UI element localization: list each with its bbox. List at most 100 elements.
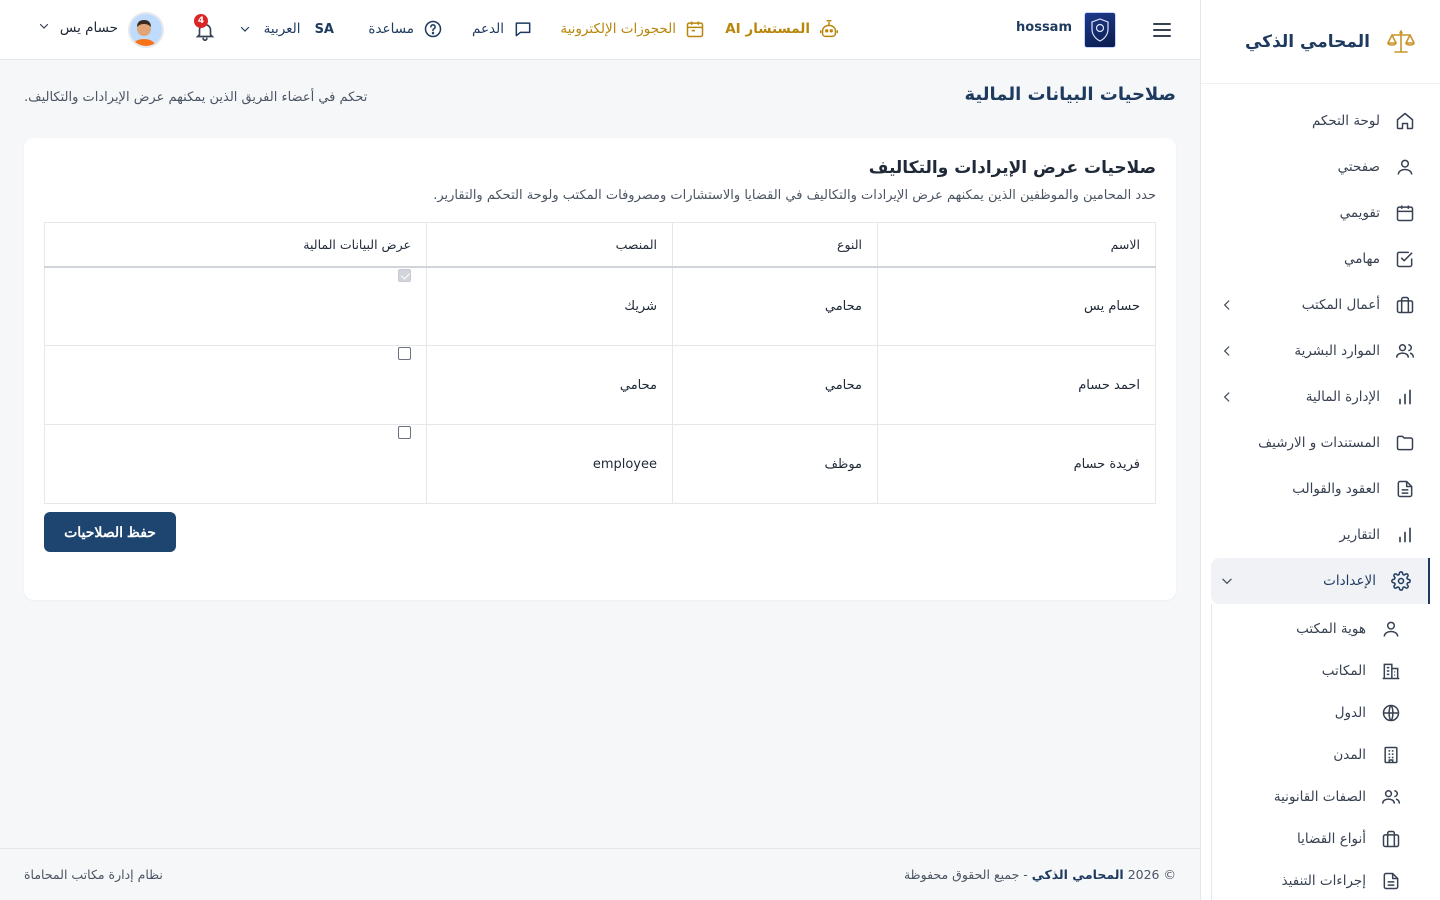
- page-title: صلاحيات البيانات المالية: [964, 84, 1176, 105]
- cell-position: محامي: [426, 345, 673, 425]
- cell-financial-access: [44, 345, 427, 425]
- sidebar-item-label: العقود والقوالب: [1292, 481, 1380, 497]
- avatar[interactable]: [128, 12, 164, 48]
- sidebar-subitem-execution-procedures[interactable]: إجراءات التنفيذ: [1212, 860, 1440, 900]
- sidebar-item-tasks[interactable]: مهامي: [1201, 236, 1440, 282]
- sidebar-item-label: الإعدادات: [1323, 573, 1376, 589]
- table-row: احمد حسام محامي محامي: [44, 345, 1156, 425]
- footer: © 2026 المحامي الذكي - جميع الحقوق محفوظ…: [0, 848, 1200, 900]
- cell-financial-access: [44, 424, 427, 504]
- notifications-count-badge: 4: [194, 14, 208, 28]
- sidebar-subitem-countries[interactable]: الدول: [1212, 692, 1440, 734]
- help-link[interactable]: مساعدة: [368, 18, 444, 40]
- document-icon: [1380, 870, 1402, 892]
- sidebar-item-reports[interactable]: التقارير: [1201, 512, 1440, 558]
- hamburger-menu-icon[interactable]: [1150, 18, 1174, 42]
- copyright: © 2026 المحامي الذكي - جميع الحقوق محفوظ…: [904, 867, 1176, 882]
- question-circle-icon: [422, 18, 444, 40]
- bar-chart-icon: [1394, 524, 1416, 546]
- cell-type: محامي: [672, 345, 878, 425]
- sidebar-subitem-label: المكاتب: [1321, 663, 1366, 679]
- sidebar-item-finance[interactable]: الإدارة المالية: [1201, 374, 1440, 420]
- support-link[interactable]: الدعم: [472, 18, 534, 40]
- cell-name: احمد حسام: [877, 345, 1156, 425]
- chevron-left-icon: [1219, 297, 1235, 313]
- financial-access-checkbox: [398, 268, 411, 282]
- language-switcher[interactable]: SA العربية: [234, 18, 334, 40]
- chevron-left-icon: [1219, 343, 1235, 359]
- copyright-year: © 2026: [1127, 867, 1176, 882]
- user-menu[interactable]: حسام يس: [38, 20, 118, 36]
- calendar-icon: [1394, 202, 1416, 224]
- sidebar-subitem-case-types[interactable]: أنواع القضايا: [1212, 818, 1440, 860]
- settings-subnav: هوية المكتب المكاتب الدول المدن الصفات ا…: [1211, 604, 1440, 900]
- chat-bubble-icon: [512, 18, 534, 40]
- cell-name: حسام يس: [877, 266, 1156, 346]
- sidebar-item-dashboard[interactable]: لوحة التحكم: [1201, 98, 1440, 144]
- sidebar-item-label: الموارد البشرية: [1294, 343, 1380, 359]
- sidebar-item-label: صفحتي: [1337, 159, 1380, 175]
- ai-advisor-link[interactable]: المستشار AI: [725, 18, 840, 40]
- document-icon: [1394, 478, 1416, 500]
- online-bookings-link[interactable]: الحجوزات الإلكترونية: [560, 18, 706, 40]
- building-icon: [1380, 660, 1402, 682]
- sidebar-item-label: لوحة التحكم: [1311, 113, 1380, 129]
- sidebar-item-settings[interactable]: الإعدادات: [1211, 558, 1430, 604]
- table-header-row: الاسم النوع المنصب عرض البيانات المالية: [44, 222, 1156, 268]
- scales-logo-icon: [1384, 25, 1418, 59]
- save-permissions-button[interactable]: حفظ الصلاحيات: [44, 512, 176, 552]
- home-icon: [1394, 110, 1416, 132]
- sidebar-subitem-offices[interactable]: المكاتب: [1212, 650, 1440, 692]
- chevron-down-icon: [38, 20, 50, 36]
- copyright-brand[interactable]: المحامي الذكي: [1032, 867, 1124, 882]
- column-header-type: النوع: [672, 222, 878, 268]
- user-icon: [1394, 156, 1416, 178]
- sidebar-item-label: الإدارة المالية: [1305, 389, 1380, 405]
- chevron-down-icon: [234, 18, 256, 40]
- sidebar-item-label: أعمال المكتب: [1301, 297, 1380, 313]
- sidebar-item-office-work[interactable]: أعمال المكتب: [1201, 282, 1440, 328]
- sidebar-item-label: المستندات و الارشيف: [1258, 435, 1380, 451]
- brand[interactable]: المحامي الذكي: [1201, 0, 1440, 84]
- sidebar-item-documents[interactable]: المستندات و الارشيف: [1201, 420, 1440, 466]
- sidebar-item-hr[interactable]: الموارد البشرية: [1201, 328, 1440, 374]
- checkbox-icon: [1394, 248, 1416, 270]
- table-row: حسام يس محامي شريك: [44, 266, 1156, 346]
- briefcase-icon: [1394, 294, 1416, 316]
- permissions-card: صلاحيات عرض الإيرادات والتكاليف حدد المح…: [24, 138, 1176, 600]
- sidebar-item-label: التقارير: [1339, 527, 1380, 543]
- financial-access-checkbox[interactable]: [398, 347, 411, 360]
- online-bookings-label: الحجوزات الإلكترونية: [560, 21, 676, 37]
- user-icon: [1380, 618, 1402, 640]
- column-header-name: الاسم: [877, 222, 1156, 268]
- financial-access-checkbox[interactable]: [398, 426, 411, 439]
- ai-advisor-label: المستشار AI: [725, 21, 810, 37]
- robot-icon: [818, 18, 840, 40]
- permissions-table: الاسم النوع المنصب عرض البيانات المالية …: [44, 222, 1156, 504]
- user-name: حسام يس: [59, 20, 118, 36]
- sidebar-subitem-legal-capacities[interactable]: الصفات القانونية: [1212, 776, 1440, 818]
- cell-position: شريك: [426, 266, 673, 346]
- briefcase-icon: [1380, 828, 1402, 850]
- system-name: نظام إدارة مكاتب المحاماة: [24, 867, 163, 882]
- copyright-suffix: - جميع الحقوق محفوظة: [903, 867, 1028, 882]
- sidebar-subitem-office-identity[interactable]: هوية المكتب: [1212, 608, 1440, 650]
- folder-icon: [1394, 432, 1416, 454]
- sidebar: المحامي الذكي لوحة التحكم صفحتي تقويمي م…: [1200, 0, 1440, 900]
- sidebar-subitem-label: إجراءات التنفيذ: [1281, 873, 1366, 889]
- sidebar-subitem-label: أنواع القضايا: [1297, 831, 1366, 847]
- sidebar-item-profile[interactable]: صفحتي: [1201, 144, 1440, 190]
- sidebar-item-calendar[interactable]: تقويمي: [1201, 190, 1440, 236]
- sidebar-subitem-cities[interactable]: المدن: [1212, 734, 1440, 776]
- sidebar-subitem-label: هوية المكتب: [1296, 621, 1366, 637]
- column-header-position: المنصب: [426, 222, 673, 268]
- page-subtitle: تحكم في أعضاء الفريق الذين يمكنهم عرض ال…: [24, 90, 368, 105]
- chevron-down-icon: [1219, 573, 1235, 589]
- chevron-left-icon: [1219, 389, 1235, 405]
- column-header-financial-access: عرض البيانات المالية: [44, 222, 427, 268]
- office-logo[interactable]: [1084, 12, 1116, 48]
- language-label: العربية: [263, 21, 301, 37]
- sidebar-item-contracts[interactable]: العقود والقوالب: [1201, 466, 1440, 512]
- notifications-bell-icon[interactable]: 4: [192, 14, 216, 42]
- office-name: hossam: [1016, 20, 1072, 35]
